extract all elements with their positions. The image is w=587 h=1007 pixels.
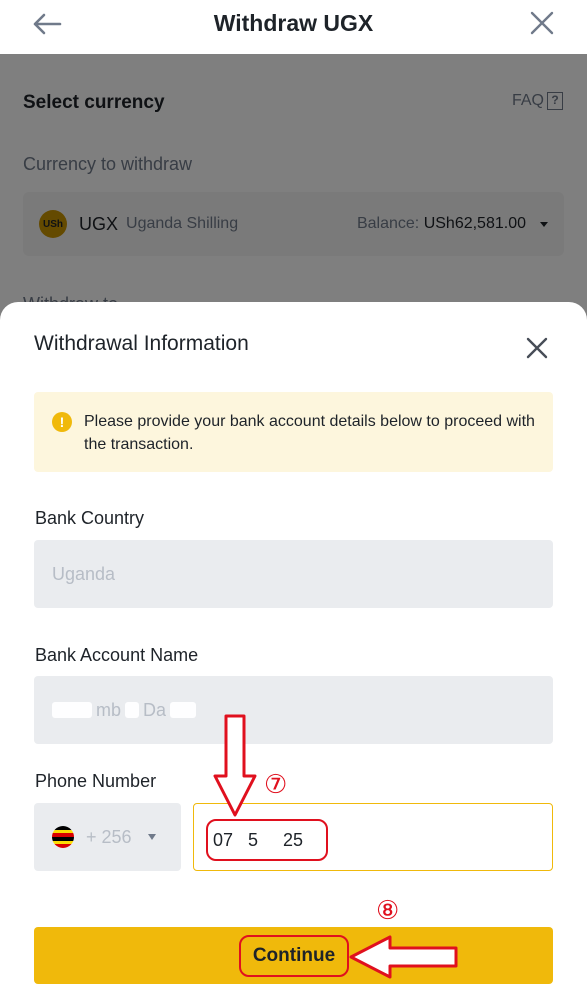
close-icon xyxy=(530,11,554,35)
notice-text: Please provide your bank account details… xyxy=(84,413,535,453)
bank-account-name-field: mb Da xyxy=(34,676,553,744)
left-arrow-annotation-icon xyxy=(349,935,458,979)
page-title: Withdraw UGX xyxy=(213,9,374,36)
close-page-button[interactable] xyxy=(527,8,557,38)
phone-number-label: Phone Number xyxy=(35,771,157,791)
back-arrow-icon xyxy=(33,13,62,35)
bank-account-name-label: Bank Account Name xyxy=(35,645,199,665)
phone-country-code-select[interactable]: + 256 xyxy=(34,803,181,871)
phone-number-value: 07 5 25 xyxy=(206,819,328,861)
uganda-flag-icon xyxy=(52,826,74,848)
redaction-mark xyxy=(52,702,92,718)
bank-account-name-value: mb Da xyxy=(52,699,197,721)
sheet-close-button[interactable] xyxy=(525,336,549,360)
phone-country-code: + 256 xyxy=(86,826,132,847)
back-button[interactable] xyxy=(30,10,64,38)
bank-country-value: Uganda xyxy=(52,563,116,584)
info-warning-icon: ! xyxy=(52,412,72,432)
bank-country-label: Bank Country xyxy=(35,508,145,528)
withdrawal-info-sheet: Withdrawal Information ! Please provide … xyxy=(0,302,587,1007)
top-bar: Withdraw UGX xyxy=(0,0,587,54)
step-8-marker: ⑧ xyxy=(376,896,400,926)
close-icon xyxy=(526,337,548,359)
account-name-visible-part1: mb xyxy=(96,699,122,720)
redaction-mark xyxy=(170,702,197,718)
account-name-visible-part2: Da xyxy=(143,699,167,720)
sheet-title: Withdrawal Information xyxy=(34,332,249,355)
redaction-mark xyxy=(125,702,140,718)
continue-button[interactable]: Continue xyxy=(34,927,553,984)
chevron-down-icon xyxy=(147,834,156,840)
step-7-marker: ⑦ xyxy=(264,770,288,800)
bank-country-field: Uganda xyxy=(34,540,553,608)
down-arrow-annotation-icon xyxy=(213,714,257,817)
info-notice: ! Please provide your bank account detai… xyxy=(34,392,553,472)
continue-label: Continue xyxy=(239,935,349,977)
